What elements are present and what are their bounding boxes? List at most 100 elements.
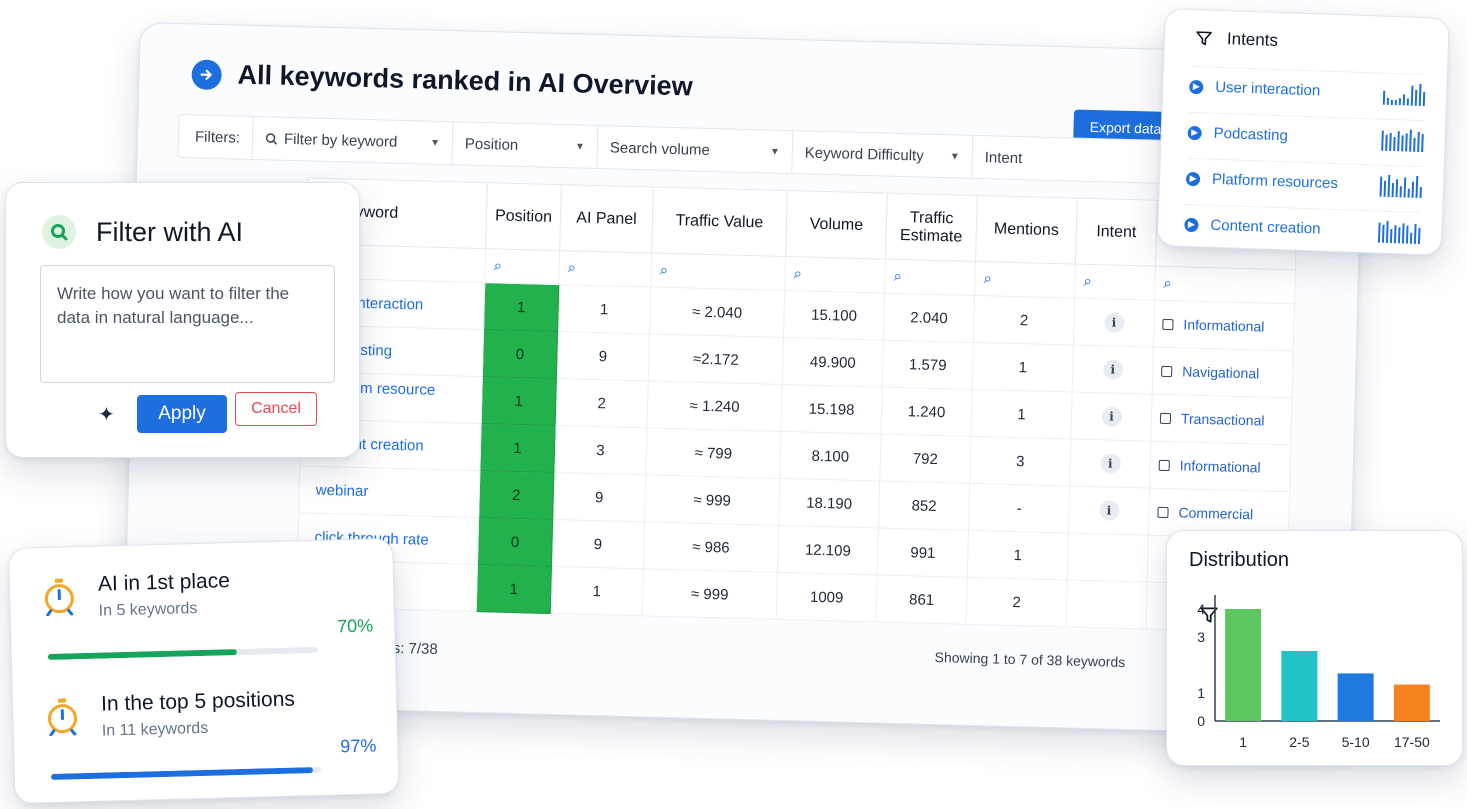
traffic-estimate-cell: 1.240 [880,387,973,437]
distribution-bar-chart: 0 1 3 4 1 2-5 5-10 17-50 [1197,595,1440,750]
progress-bar [47,646,318,660]
checkbox[interactable] [1157,506,1169,519]
ai-filter-input[interactable] [40,265,335,383]
intent-item[interactable]: ▶ Podcasting [1186,111,1425,161]
info-icon[interactable]: i [1098,500,1120,521]
intent-info-cell[interactable] [1067,532,1149,583]
page-title: All keywords ranked in AI Overview [237,59,694,102]
intent-filter-label: Intent [984,148,1023,167]
distribution-card: Distribution 0 1 3 4 1 2-5 5-10 17-50 [1166,530,1463,766]
volume-cell: 49.900 [782,337,884,388]
column-search-cell[interactable]: ⌕ [1074,264,1156,301]
column-header-volume[interactable]: Volume [785,190,888,260]
column-search-cell[interactable]: ⌕ [974,261,1076,299]
sparkline [1379,174,1423,198]
intent-type-cell[interactable]: Navigational [1152,347,1294,398]
keyword-difficulty-filter-select[interactable]: Keyword Difficulty ▼ [791,131,973,178]
y-tick-label: 1 [1197,685,1205,701]
keyword-filter-select[interactable]: Filter by keyword ▼ [251,116,453,165]
keyword-link[interactable]: webinar [298,465,480,518]
sparkline-bar [1417,131,1420,152]
traffic-estimate-cell: 1.579 [882,340,974,390]
ai-search-icon [42,215,76,249]
keyword-filter-placeholder: Filter by keyword [283,130,398,151]
intent-type-label: Commercial [1178,504,1254,523]
sparkline-bar [1397,130,1400,151]
position-filter-select[interactable]: Position ▼ [451,122,598,168]
column-search-cell[interactable]: ⌕ [784,256,886,294]
ai-position-stats-card: AI in 1st place In 5 keywords 70% In the… [8,537,400,804]
mentions-cell: 1 [970,389,1073,440]
column-search-cell[interactable]: ⌕ [1154,266,1296,304]
progress-fill [50,767,313,780]
position-filter-label: Position [464,135,519,154]
intents-header: Intents [1195,28,1278,51]
cancel-button[interactable]: Cancel [235,392,317,426]
bar-17-50 [1393,684,1430,721]
sparkline-bar [1385,220,1389,243]
column-search-cell[interactable]: ⌕ [558,250,652,287]
column-header-position[interactable]: Position [485,182,562,251]
info-icon[interactable]: i [1103,312,1125,333]
column-search-cell[interactable]: ⌕ [484,248,560,285]
column-header-traffic-value[interactable]: Traffic Value [651,186,788,257]
search-volume-filter-select[interactable]: Search volume ▼ [596,126,793,174]
x-tick-label: 2-5 [1289,734,1309,750]
intent-item[interactable]: ▶ User interaction [1188,65,1426,115]
intent-info-cell[interactable]: i [1072,345,1154,395]
sparkline-bar [1418,83,1422,106]
sparkline-bar [1413,223,1417,244]
sparkline-bar [1419,186,1422,198]
sparkline-bar [1385,134,1388,151]
column-header-intent[interactable]: Intent [1075,198,1158,267]
intent-filter-select[interactable]: Intent [971,135,1093,181]
info-icon[interactable]: i [1102,359,1123,380]
column-header-traffic-estimate[interactable]: Traffic Estimate [885,193,978,262]
intent-type-cell[interactable]: Informational [1153,300,1295,351]
filters-label: Filters: [194,127,241,147]
intent-item[interactable]: ▶ Content creation [1183,203,1422,253]
intent-type-label: Navigational [1182,363,1260,382]
intent-info-cell[interactable]: i [1069,439,1151,489]
sparkline-bar [1417,228,1421,244]
traffic-estimate-cell: 2.040 [883,293,975,343]
bar-2-5 [1281,651,1318,721]
column-header-ai-panel[interactable]: AI Panel [559,184,654,253]
intent-type-cell[interactable]: Transactional [1150,394,1293,445]
intent-type-cell[interactable]: Informational [1149,441,1291,492]
intent-info-cell[interactable]: i [1070,392,1153,442]
checkbox[interactable] [1162,318,1174,331]
play-icon: ▶ [1187,125,1202,140]
sparkline-bar [1401,135,1404,151]
column-search-cell[interactable]: ⌕ [650,252,786,291]
info-icon[interactable]: i [1101,406,1122,427]
sparkline-bar [1389,229,1393,243]
stat-percent: 70% [336,615,374,637]
play-icon: ▶ [1189,79,1204,94]
intent-info-cell[interactable] [1065,579,1148,630]
apply-button[interactable]: Apply [137,395,227,433]
sparkle-icon[interactable]: ✦ [98,402,115,427]
y-tick-label: 4 [1197,601,1205,617]
sparkline-bar [1422,92,1426,106]
mentions-cell: 1 [967,530,1069,580]
column-search-cell[interactable]: ⌕ [884,259,976,296]
traffic-value-cell: ≈ 799 [645,427,782,479]
column-header-mentions[interactable]: Mentions [975,195,1078,265]
keywords-table: –Keyword Position AI Panel Traffic Value… [295,177,1298,634]
checkbox[interactable] [1159,412,1172,425]
filter-ai-title: Filter with AI [96,216,244,247]
info-icon[interactable]: i [1100,453,1121,474]
intent-item[interactable]: ▶ Platform resources [1185,157,1423,207]
checkbox[interactable] [1158,459,1170,472]
intent-info-cell[interactable]: i [1068,485,1150,536]
chevron-down-icon: ▼ [429,137,441,149]
sparkline [1382,82,1426,106]
intent-info-cell[interactable]: i [1073,298,1155,348]
ai-panel-cell: 9 [556,331,650,381]
sparkline-bar [1414,89,1418,106]
checkbox[interactable] [1161,365,1173,378]
sparkline-bar [1415,175,1419,198]
sparkline-bar [1387,174,1391,197]
chevron-down-icon: ▼ [769,146,780,158]
